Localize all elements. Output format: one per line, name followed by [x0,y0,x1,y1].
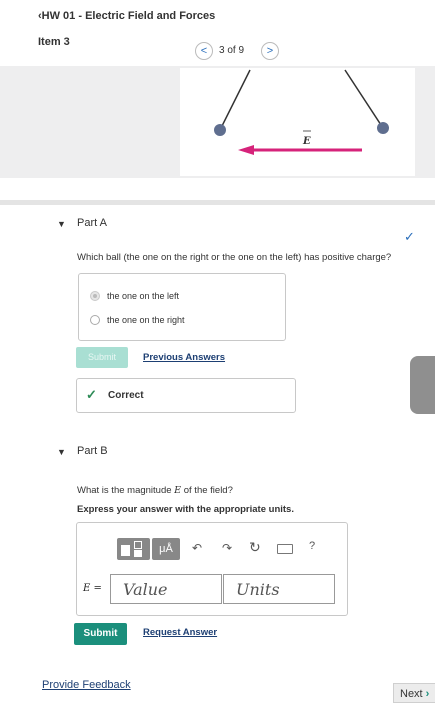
check-icon: ✓ [86,387,97,402]
help-button[interactable]: ? [309,540,315,552]
provide-feedback-link[interactable]: Provide Feedback [42,679,131,691]
value-input[interactable]: Value [110,574,222,604]
part-a-title[interactable]: Part A [77,217,107,229]
part-a-submit-button[interactable]: Submit [76,347,128,368]
question-suffix: of the field? [181,485,233,496]
answer-panel: μÅ ↶ ↷ ↻ ? E = Value Units [76,522,348,616]
part-a-question: Which ball (the one on the right or the … [77,252,392,263]
previous-item-button[interactable]: < [195,42,213,60]
field-arrow-head [238,145,254,155]
template-block-icon [121,545,130,556]
choice-left-label[interactable]: the one on the left [107,291,179,301]
right-ball [377,122,389,134]
units-button[interactable]: μÅ [152,538,180,560]
back-link[interactable]: ‹HW 01 - Electric Field and Forces [38,10,215,22]
side-panel-tab[interactable] [410,356,435,414]
checkmark-icon: ✓ [404,229,415,244]
part-a-separator [0,200,435,205]
part-b-question: What is the magnitude E of the field? [77,485,233,496]
part-b-submit-button[interactable]: Submit [74,623,127,645]
collapse-triangle-icon[interactable]: ▼ [57,447,66,457]
template-exponent-icon [134,541,142,549]
collapse-triangle-icon[interactable]: ▼ [57,219,66,229]
variable-label: E = [83,583,102,594]
assignment-title: HW 01 - Electric Field and Forces [41,10,216,22]
next-label: Next [400,688,423,700]
charged-balls-diagram: E [214,69,389,155]
right-string [344,69,384,129]
part-b-title[interactable]: Part B [77,445,108,457]
item-label: Item 3 [38,36,70,48]
units-input[interactable]: Units [223,574,335,604]
radio-left[interactable] [90,291,100,301]
answer-choices: the one on the left the one on the right [78,273,286,341]
keyboard-icon[interactable] [277,544,293,554]
left-ball [214,124,226,136]
radio-right[interactable] [90,315,100,325]
undo-icon[interactable]: ↶ [192,541,202,555]
chevron-right-icon: › [422,688,430,700]
left-string [219,69,251,131]
choice-right-label[interactable]: the one on the right [107,315,185,325]
figure-image: E [180,68,415,176]
next-item-button[interactable]: > [261,42,279,60]
field-label: E [302,136,311,147]
template-base-icon [134,550,142,557]
previous-answers-link[interactable]: Previous Answers [143,352,225,363]
reset-icon[interactable]: ↻ [249,539,261,556]
templates-button[interactable] [117,538,150,560]
redo-icon[interactable]: ↷ [222,541,232,555]
units-instruction: Express your answer with the appropriate… [77,504,294,515]
request-answer-link[interactable]: Request Answer [143,627,217,638]
item-pager: < 3 of 9 > [195,42,285,62]
question-prefix: What is the magnitude [77,485,175,496]
correct-feedback: ✓ Correct [76,378,296,413]
item-position: 3 of 9 [219,45,245,56]
next-button[interactable]: Next › [393,683,435,703]
correct-label: Correct [108,390,144,401]
